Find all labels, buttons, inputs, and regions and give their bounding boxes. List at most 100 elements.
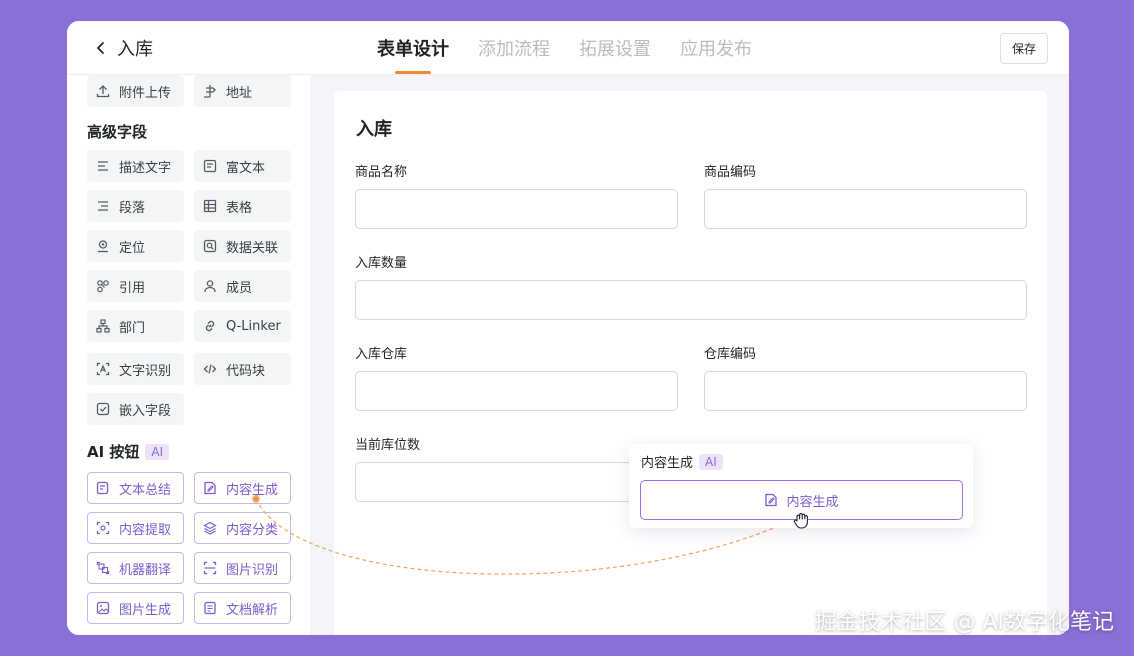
warehouse-code-input[interactable] xyxy=(704,371,1027,411)
org-icon xyxy=(96,319,110,333)
field-location[interactable]: 定位 xyxy=(87,230,184,262)
image-scan-icon xyxy=(203,561,217,575)
tab-app-publish[interactable]: 应用发布 xyxy=(680,35,752,61)
drop-preview-title: 内容生成 AI xyxy=(641,452,723,471)
section-title-advanced: 高级字段 xyxy=(87,123,148,141)
field-embed[interactable]: 嵌入字段 xyxy=(87,393,184,425)
field-label: 成员 xyxy=(226,280,253,296)
tab-extension-settings[interactable]: 拓展设置 xyxy=(579,35,651,61)
field-label: 内容提取 xyxy=(119,522,172,538)
tab-form-design[interactable]: 表单设计 xyxy=(377,35,449,74)
ai-field-image-recognize[interactable]: 图片识别 xyxy=(194,552,291,584)
top-bar: 入库 表单设计 添加流程 拓展设置 应用发布 保存 xyxy=(67,21,1069,75)
ai-field-image-generate[interactable]: 图片生成 xyxy=(87,592,184,624)
chevron-left-icon xyxy=(97,42,104,54)
field-label: 嵌入字段 xyxy=(119,403,172,419)
field-table[interactable]: 表格 xyxy=(194,190,291,222)
upload-icon xyxy=(96,84,110,98)
save-button[interactable]: 保存 xyxy=(1000,33,1048,64)
embed-icon xyxy=(96,402,110,416)
ai-field-content-extract[interactable]: 内容提取 xyxy=(87,512,184,544)
field-label: 代码块 xyxy=(226,363,266,379)
field-label: 文档解析 xyxy=(226,602,279,618)
field-paragraph[interactable]: 段落 xyxy=(87,190,184,222)
field-label-inbound-quantity: 入库数量 xyxy=(355,256,408,271)
field-label: 内容分类 xyxy=(226,522,279,538)
content-generate-icon xyxy=(764,493,778,507)
field-label-product-name: 商品名称 xyxy=(355,165,408,180)
field-rich-text[interactable]: 富文本 xyxy=(194,150,291,182)
field-label: 数据关联 xyxy=(226,240,279,256)
content-generate-label: 内容生成 xyxy=(786,494,839,510)
field-reference[interactable]: 引用 xyxy=(87,270,184,302)
form-title: 入库 xyxy=(356,119,392,140)
back-button[interactable] xyxy=(89,36,113,60)
app-title: 入库 xyxy=(117,39,153,60)
user-icon xyxy=(203,279,217,293)
field-label: Q-Linker xyxy=(226,318,281,334)
section-title-ai: AI 按钮 AI xyxy=(87,441,170,462)
field-label: 富文本 xyxy=(226,160,266,176)
inbound-warehouse-input[interactable] xyxy=(355,371,678,411)
form-canvas: 入库 商品名称 商品编码 入库数量 入库仓库 仓库编码 当前库位数 xyxy=(310,75,1069,635)
field-description-text[interactable]: 描述文字 xyxy=(87,150,184,182)
field-label: 附件上传 xyxy=(119,85,172,101)
field-label: 文本总结 xyxy=(119,482,172,498)
location-pin-icon xyxy=(203,84,217,98)
ai-field-content-generate[interactable]: 内容生成 xyxy=(194,472,291,504)
field-q-linker[interactable]: Q-Linker xyxy=(194,310,291,342)
paragraph-icon xyxy=(96,199,110,213)
field-department[interactable]: 部门 xyxy=(87,310,184,342)
code-icon xyxy=(203,362,217,376)
ai-badge: AI xyxy=(699,453,723,470)
field-attachment-upload[interactable]: 附件上传 xyxy=(87,75,184,107)
field-label: 引用 xyxy=(119,280,146,296)
ai-field-text-summary[interactable]: 文本总结 xyxy=(87,472,184,504)
field-address[interactable]: 地址 xyxy=(194,75,291,107)
layers-icon xyxy=(203,521,217,535)
inbound-quantity-input[interactable] xyxy=(355,280,1027,320)
document-parse-icon xyxy=(203,601,217,615)
field-label: 表格 xyxy=(226,200,253,216)
translate-icon xyxy=(96,561,110,575)
field-label: 图片识别 xyxy=(226,562,279,578)
data-link-icon xyxy=(203,239,217,253)
field-label: 机器翻译 xyxy=(119,562,172,578)
ai-field-machine-translate[interactable]: 机器翻译 xyxy=(87,552,184,584)
field-label: 文字识别 xyxy=(119,363,172,379)
field-label: 内容生成 xyxy=(226,482,279,498)
location-icon xyxy=(96,239,110,253)
grab-cursor-icon xyxy=(793,513,808,529)
rich-text-icon xyxy=(203,159,217,173)
field-label: 定位 xyxy=(119,240,146,256)
field-ocr[interactable]: 文字识别 xyxy=(87,353,184,385)
ocr-icon xyxy=(96,362,110,376)
section-title-ai-text: AI 按钮 xyxy=(87,443,140,461)
summary-icon xyxy=(96,481,110,495)
ai-field-content-classify[interactable]: 内容分类 xyxy=(194,512,291,544)
field-palette: 附件上传 地址 高级字段 描述文字 富文本 段落 表格 定位 数据关联 引用 成… xyxy=(67,75,310,635)
content-generate-icon xyxy=(203,481,217,495)
field-label-inbound-warehouse: 入库仓库 xyxy=(355,347,408,362)
field-label-warehouse-code: 仓库编码 xyxy=(704,347,757,362)
field-member[interactable]: 成员 xyxy=(194,270,291,302)
field-label-product-code: 商品编码 xyxy=(704,165,757,180)
drop-preview-label: 内容生成 xyxy=(641,456,694,471)
field-label: 地址 xyxy=(226,85,253,101)
watermark: 掘金技术社区 @ AI数字化笔记 xyxy=(814,610,1114,635)
table-icon xyxy=(203,199,217,213)
product-code-input[interactable] xyxy=(704,189,1027,229)
field-label: 描述文字 xyxy=(119,160,172,176)
link-icon xyxy=(203,319,217,333)
tab-add-process[interactable]: 添加流程 xyxy=(478,35,550,61)
ai-field-document-parse[interactable]: 文档解析 xyxy=(194,592,291,624)
field-label-current-bin-count: 当前库位数 xyxy=(355,438,421,453)
extract-icon xyxy=(96,521,110,535)
ai-badge: AI xyxy=(145,443,170,460)
field-data-link[interactable]: 数据关联 xyxy=(194,230,291,262)
field-label: 段落 xyxy=(119,200,146,216)
product-name-input[interactable] xyxy=(355,189,678,229)
text-lines-icon xyxy=(96,159,110,173)
field-code-block[interactable]: 代码块 xyxy=(194,353,291,385)
field-label: 部门 xyxy=(119,320,146,336)
